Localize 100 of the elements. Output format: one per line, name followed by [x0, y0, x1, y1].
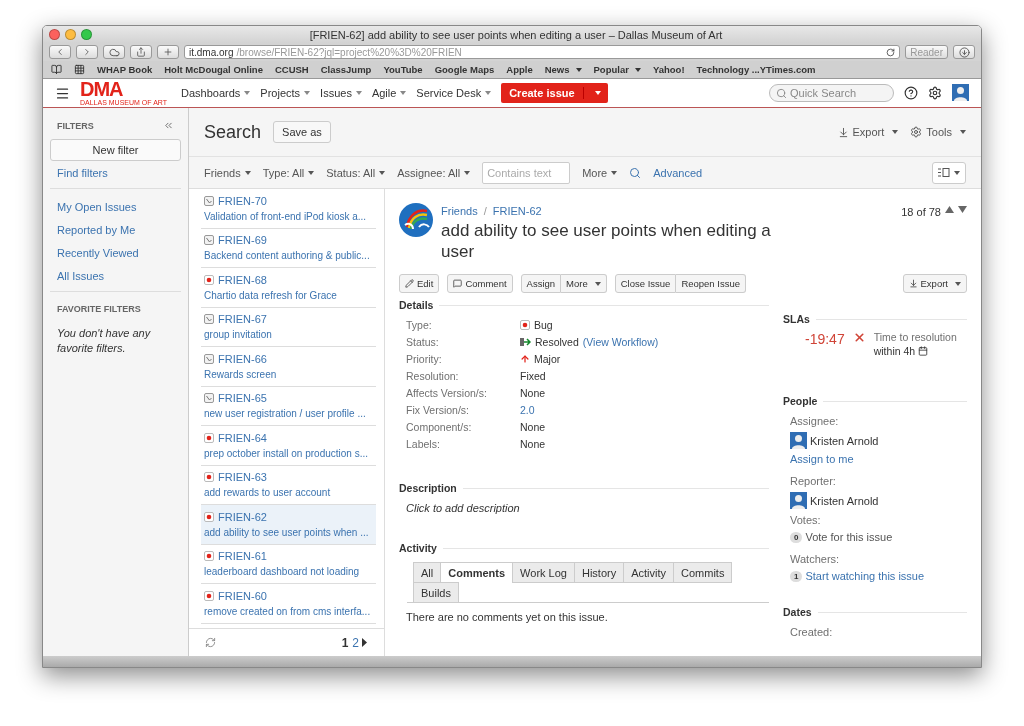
reload-icon[interactable] [886, 47, 896, 57]
nav-menu[interactable]: Issues [320, 87, 362, 99]
workflow-link[interactable]: (View Workflow) [582, 336, 659, 348]
bookmark-link[interactable]: ClassJump [320, 64, 372, 75]
watch-link[interactable]: Start watching this issue [805, 570, 925, 582]
bookmark-link[interactable]: Yahoo! [652, 64, 685, 75]
text-filter-field[interactable]: Contains text [482, 161, 571, 184]
page-link[interactable]: 1 [341, 635, 349, 650]
section-title: SLAs [783, 313, 967, 325]
filter-dropdown[interactable]: Type: All [262, 166, 315, 179]
description-placeholder[interactable]: Click to add description [399, 494, 769, 514]
window-title: [FRIEN-62] add ability to see user points when editing a user – Dallas Museum of Art [308, 28, 724, 41]
layout-button[interactable] [932, 161, 966, 184]
tools-menu[interactable]: Tools [910, 126, 966, 138]
filter-dropdown[interactable]: Assignee: All [397, 166, 471, 179]
refresh-icon[interactable] [205, 637, 216, 648]
sidebar-link[interactable]: Reported by Me [50, 218, 181, 241]
vote-link[interactable]: Vote for this issue [805, 531, 893, 543]
collapse-icon[interactable] [163, 120, 174, 131]
sidebar-link[interactable]: All Issues [50, 264, 181, 287]
address-field[interactable]: it.dma.org /browse/FRIEN-62?jql=project%20%3D%20FRIEN [184, 45, 901, 59]
bookmark-link[interactable]: Google Maps [434, 64, 495, 75]
advanced-link[interactable]: Advanced [653, 166, 703, 179]
sidebar-link[interactable]: Find filters [50, 161, 181, 184]
field-label: Type: [406, 319, 433, 331]
bookmark-link[interactable]: Apple [506, 64, 533, 75]
next-page-icon[interactable] [362, 638, 368, 647]
sidebar-link[interactable]: My Open Issues [50, 195, 181, 218]
field-link[interactable]: 2.0 [520, 404, 535, 416]
search-icon[interactable] [629, 166, 642, 179]
bookmark-link[interactable]: Technology ...YTimes.com [696, 64, 816, 75]
next-issue-icon[interactable] [958, 206, 967, 213]
new-filter-button[interactable]: New filter [50, 139, 181, 161]
downloads-button[interactable] [953, 45, 975, 59]
section-title: Activity [399, 542, 769, 554]
help-icon[interactable] [904, 86, 918, 100]
breadcrumb-separator: / [483, 205, 487, 217]
previous-issue-icon[interactable] [945, 206, 954, 213]
bookmark-link[interactable]: CCUSH [274, 64, 309, 75]
action-button[interactable]: Edit [399, 274, 440, 293]
new-tab-button[interactable] [157, 45, 179, 59]
filter-dropdown[interactable]: Friends [204, 166, 251, 179]
more-dropdown[interactable]: More [582, 166, 618, 179]
issue-summary: add ability to see user points when ... [204, 526, 370, 538]
reading-list-icon[interactable] [51, 64, 62, 75]
activity-tab[interactable]: Activity [623, 562, 675, 583]
nav-menu[interactable]: Dashboards [181, 87, 251, 99]
story-icon [204, 314, 214, 325]
export-menu[interactable]: Export [837, 126, 899, 138]
bookmark-link[interactable]: WHAP Book [97, 64, 153, 75]
project-link[interactable]: Friends [441, 205, 478, 217]
assign-link[interactable]: Assign to me [790, 453, 854, 465]
activity-tab[interactable]: Builds [413, 582, 459, 603]
icloud-button[interactable] [103, 45, 125, 59]
bookmark-link[interactable]: Holt McDougal Online [164, 64, 263, 75]
window-close-button[interactable] [49, 29, 60, 40]
menu-icon[interactable] [55, 85, 70, 101]
section-title: People [783, 395, 967, 407]
window-zoom-button[interactable] [81, 29, 92, 40]
bookmark-link[interactable]: YouTube [383, 64, 423, 75]
action-button[interactable]: Reopen Issue [676, 274, 746, 293]
bug-icon [204, 274, 214, 285]
back-button[interactable] [49, 45, 71, 59]
filter-dropdown[interactable]: Status: All [326, 166, 386, 179]
section-title: Description [399, 482, 769, 494]
nav-menu[interactable]: Agile [371, 87, 407, 99]
page-link[interactable]: 2 [352, 635, 359, 650]
person-name: Kristen Arnold [810, 494, 879, 507]
sidebar-link[interactable]: Recently Viewed [50, 241, 181, 264]
top-sites-icon[interactable] [74, 64, 85, 75]
save-as-button[interactable]: Save as [273, 121, 331, 143]
layout-icon [938, 168, 950, 177]
activity-tab[interactable]: Commits [673, 562, 733, 583]
action-button[interactable]: Close Issue [614, 274, 677, 293]
field-label: Assignee: [789, 414, 840, 429]
action-button[interactable]: More [561, 274, 607, 293]
issue-key-link[interactable]: FRIEN-62 [492, 205, 542, 217]
nav-menu[interactable]: Projects [260, 87, 311, 99]
export-button[interactable]: Export [902, 274, 967, 293]
issue-list-item[interactable]: FRIEN-62 add ability to see user points when ... [201, 505, 376, 545]
forward-button[interactable] [76, 45, 98, 59]
activity-tab[interactable]: Work Log [512, 562, 575, 583]
user-avatar[interactable] [952, 83, 969, 103]
share-button[interactable] [130, 45, 152, 59]
window-minimize-button[interactable] [65, 29, 76, 40]
person-name: Kristen Arnold [810, 434, 879, 447]
bug-icon [204, 551, 214, 562]
bookmark-link[interactable]: Popular [593, 64, 641, 75]
create-issue-button[interactable]: Create issue [501, 83, 608, 103]
bookmark-link[interactable]: News [544, 64, 582, 75]
activity-tab[interactable]: History [573, 562, 625, 583]
nav-menu[interactable]: Service Desk [416, 87, 492, 99]
story-icon [204, 195, 214, 206]
settings-icon[interactable] [928, 86, 942, 100]
activity-tab[interactable]: All [413, 562, 442, 583]
field-value: Fixed [520, 370, 546, 382]
sidebar-title: FAVORITE FILTERS [57, 304, 141, 314]
action-button[interactable]: Assign [520, 274, 562, 293]
action-button[interactable]: Comment [447, 274, 513, 293]
resolved-icon [520, 337, 531, 347]
